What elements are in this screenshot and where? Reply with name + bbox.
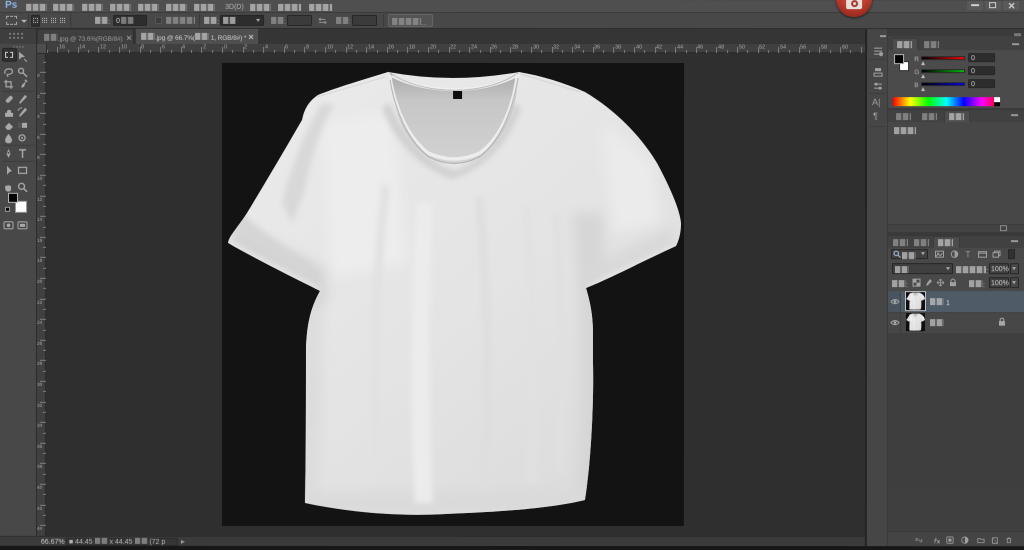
svg-text:T: T — [966, 250, 971, 258]
